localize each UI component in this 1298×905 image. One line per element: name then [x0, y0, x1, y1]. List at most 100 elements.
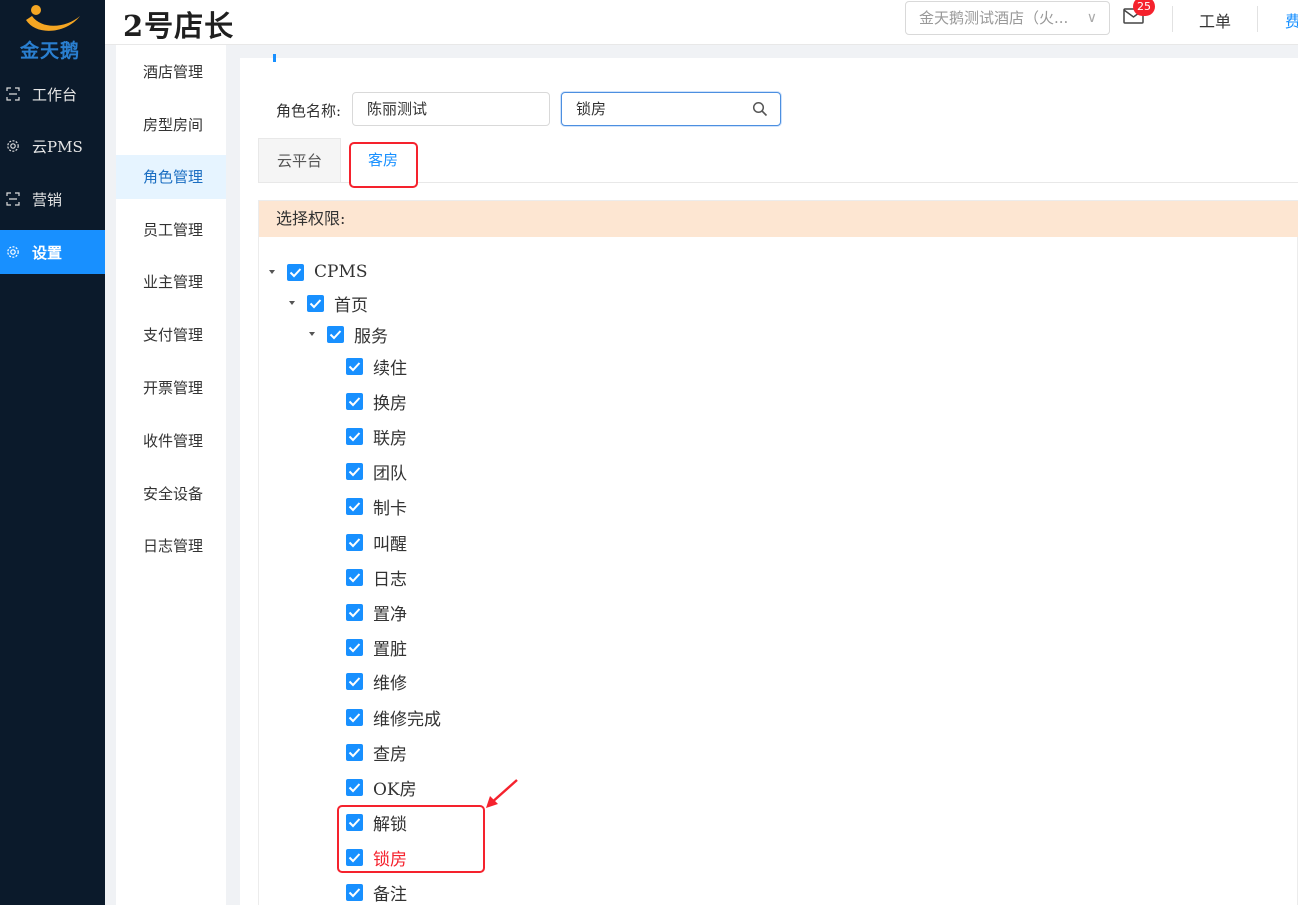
search-icon[interactable]: [752, 101, 768, 117]
tree-node-ok-room[interactable]: OK房: [346, 775, 417, 800]
tree-node-check-room[interactable]: 查房: [346, 740, 407, 765]
tree-node-label: 制卡: [373, 498, 407, 519]
submenu-item-receipt[interactable]: 收件管理: [116, 419, 226, 463]
top-header: 2号店长 金天鹅测试酒店（火... ∨ 25 工单 费: [105, 0, 1298, 45]
checkbox-checked[interactable]: [346, 427, 363, 445]
checkbox-checked[interactable]: [346, 462, 363, 480]
tree-node-link-room[interactable]: 联房: [346, 424, 407, 449]
submenu-item-room-type[interactable]: 房型房间: [116, 103, 226, 147]
checkbox-checked[interactable]: [346, 708, 363, 726]
hotel-select[interactable]: 金天鹅测试酒店（火... ∨: [905, 1, 1110, 35]
tree-node-remark[interactable]: 备注: [346, 880, 407, 905]
nav-item-label: 设置: [32, 243, 63, 262]
notification-badge: 25: [1133, 0, 1155, 16]
submenu-item-invoice[interactable]: 开票管理: [116, 366, 226, 410]
settings-submenu: 酒店管理 房型房间 角色管理 员工管理 业主管理 支付管理 开票管理 收件管理 …: [116, 45, 226, 905]
checkbox-checked[interactable]: [346, 533, 363, 551]
tree-node-set-clean[interactable]: 置净: [346, 600, 407, 625]
nav-item-cloud-pms[interactable]: 云PMS: [0, 124, 105, 168]
chevron-down-icon: ∨: [1086, 10, 1097, 26]
checkbox-checked[interactable]: [346, 603, 363, 621]
main-sidebar: 金天鹅 工作台 云PMS 营销 设置: [0, 0, 105, 905]
divider: [1172, 6, 1173, 32]
unlock-lock-highlight-box: [337, 805, 485, 873]
tree-node-service[interactable]: 服务: [327, 322, 388, 347]
nav-item-workbench[interactable]: 工作台: [0, 72, 105, 116]
tree-node-label: 置净: [373, 604, 407, 625]
tree-node-label: 维修完成: [373, 709, 441, 730]
role-name-label: 角色名称:: [276, 102, 342, 120]
tree-node-label: 备注: [373, 884, 407, 905]
checkbox-checked[interactable]: [327, 325, 344, 343]
role-name-input[interactable]: 陈丽测试: [352, 92, 550, 126]
tree-node-label: OK房: [373, 779, 417, 800]
tree-node-label: 首页: [334, 295, 368, 316]
submenu-item-security[interactable]: 安全设备: [116, 472, 226, 516]
submenu-item-payment[interactable]: 支付管理: [116, 313, 226, 357]
submenu-item-staff[interactable]: 员工管理: [116, 208, 226, 252]
workorder-link[interactable]: 工单: [1199, 8, 1231, 32]
tree-node-repair-done[interactable]: 维修完成: [346, 705, 441, 730]
tree-node-extend-stay[interactable]: 续住: [346, 354, 407, 379]
tree-node-label: CPMS: [314, 262, 368, 282]
logo-text: 金天鹅: [20, 40, 81, 62]
gear-icon: [7, 246, 19, 258]
tree-node-set-dirty[interactable]: 置脏: [346, 635, 407, 660]
checkbox-checked[interactable]: [346, 497, 363, 515]
caret-down-icon[interactable]: [289, 301, 295, 305]
checkbox-checked[interactable]: [346, 778, 363, 796]
submenu-item-role[interactable]: 角色管理: [116, 155, 226, 199]
submenu-item-log[interactable]: 日志管理: [116, 524, 226, 568]
submenu-item-hotel[interactable]: 酒店管理: [116, 50, 226, 94]
tab-highlight-box: [349, 142, 418, 188]
tree-node-label: 置脏: [373, 639, 407, 660]
marketing-icon: [6, 192, 20, 206]
fee-link[interactable]: 费: [1285, 8, 1298, 32]
tree-node-label: 日志: [373, 569, 407, 590]
gear-icon: [7, 140, 19, 152]
nav-item-marketing[interactable]: 营销: [0, 177, 105, 221]
nav-item-label: 云PMS: [32, 137, 83, 156]
tree-node-label: 查房: [373, 744, 407, 765]
permission-search-input[interactable]: 锁房: [561, 92, 781, 126]
nav-item-label: 工作台: [32, 85, 78, 104]
annotation-arrow-icon: [486, 779, 518, 808]
tree-node-label: 叫醒: [373, 534, 407, 555]
section-bar: [273, 54, 276, 62]
tree-node-label: 换房: [373, 393, 407, 414]
checkbox-checked[interactable]: [346, 743, 363, 761]
logo: 金天鹅: [0, 0, 105, 62]
search-value: 锁房: [576, 100, 607, 118]
tree-node-label: 维修: [373, 673, 407, 694]
tree-node-team[interactable]: 团队: [346, 459, 407, 484]
checkbox-checked[interactable]: [346, 638, 363, 656]
swan-logo-icon: [26, 5, 80, 31]
caret-down-icon[interactable]: [309, 332, 315, 336]
nav-item-label: 营销: [32, 190, 63, 209]
tree-node-make-card[interactable]: 制卡: [346, 494, 407, 519]
workbench-icon: [6, 87, 20, 101]
tree-node-cpms[interactable]: CPMS: [287, 260, 368, 284]
tree-node-label: 服务: [354, 326, 388, 347]
brand-title: 2号店长: [123, 9, 235, 43]
caret-down-icon[interactable]: [269, 270, 275, 274]
tree-node-log[interactable]: 日志: [346, 565, 407, 590]
checkbox-checked[interactable]: [287, 263, 304, 281]
nav-item-settings[interactable]: 设置: [0, 230, 105, 274]
tree-node-change-room[interactable]: 换房: [346, 389, 407, 414]
tree-node-repair[interactable]: 维修: [346, 669, 407, 694]
tree-node-wake-up[interactable]: 叫醒: [346, 530, 407, 555]
tree-node-label: 联房: [373, 428, 407, 449]
tab-cloud-platform[interactable]: 云平台: [258, 138, 341, 183]
checkbox-checked[interactable]: [346, 568, 363, 586]
divider: [1257, 6, 1258, 32]
checkbox-checked[interactable]: [307, 294, 324, 312]
checkbox-checked[interactable]: [346, 392, 363, 410]
checkbox-checked[interactable]: [346, 672, 363, 690]
hotel-select-value: 金天鹅测试酒店（火...: [919, 9, 1069, 27]
permission-header: 选择权限:: [259, 201, 1298, 237]
tree-node-home[interactable]: 首页: [307, 291, 368, 316]
checkbox-checked[interactable]: [346, 883, 363, 901]
checkbox-checked[interactable]: [346, 357, 363, 375]
submenu-item-owner[interactable]: 业主管理: [116, 260, 226, 304]
